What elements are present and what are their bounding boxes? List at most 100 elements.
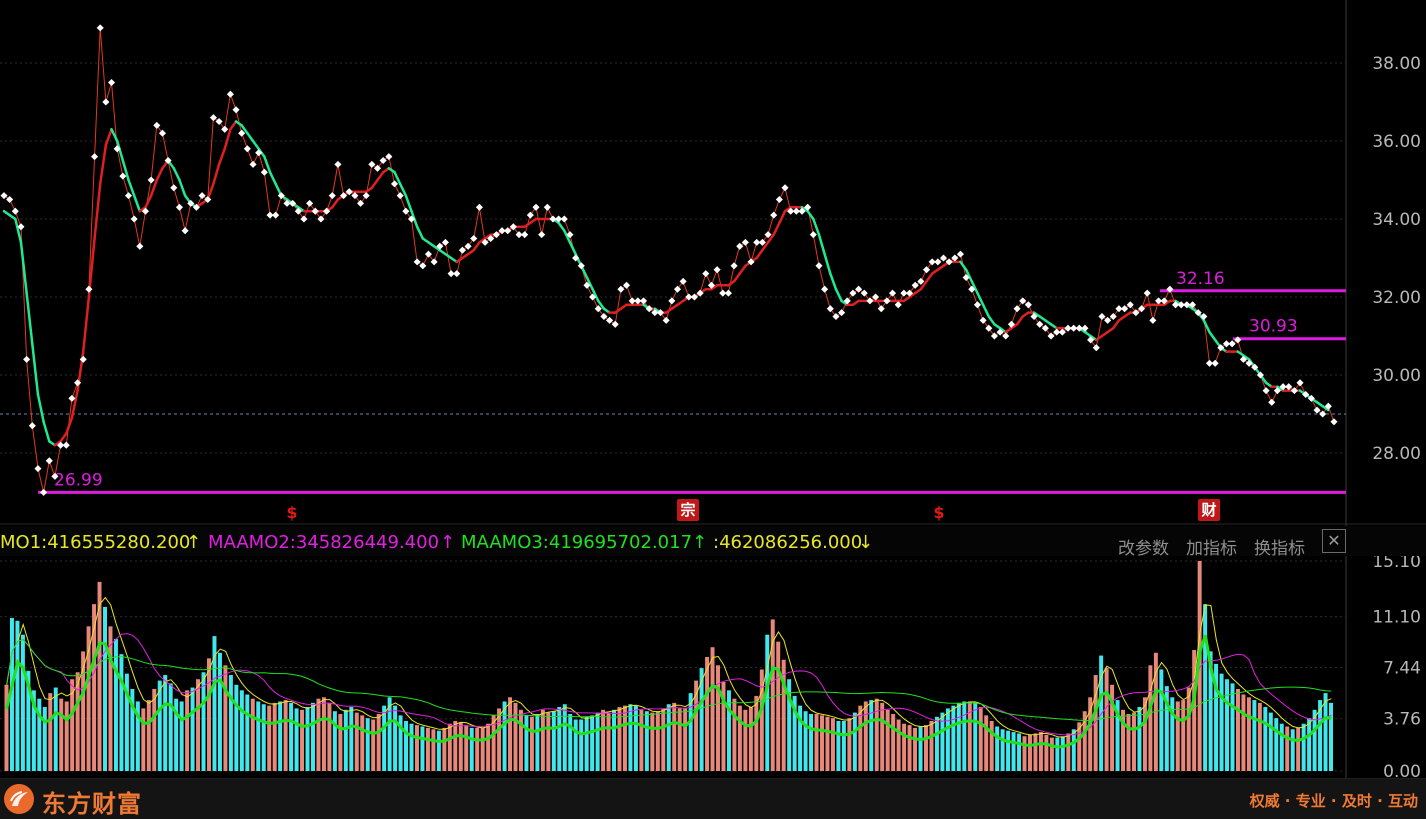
volume-bar (913, 727, 918, 771)
price-tick-label: 36.00 (1372, 132, 1421, 152)
event-marker-zong[interactable]: 宗 (677, 499, 699, 521)
volume-bar (529, 716, 534, 771)
price-point (623, 281, 631, 289)
ma-segment (229, 120, 238, 131)
volume-bar (1257, 702, 1262, 771)
volume-bar (1033, 733, 1038, 771)
price-point (1024, 301, 1032, 309)
volume-bar (995, 726, 1000, 771)
ma-segment (172, 167, 181, 182)
volume-bar (1131, 712, 1136, 771)
price-point (6, 195, 14, 204)
volume-bar (37, 698, 42, 771)
volume-bar (595, 712, 600, 771)
volume-bar (962, 701, 967, 771)
volume-bar (217, 652, 222, 771)
volume-bar (1049, 737, 1054, 771)
close-icon[interactable]: ✕ (1322, 529, 1346, 553)
volume-bar (1186, 687, 1191, 771)
volume-bar (907, 725, 912, 771)
volume-bar (814, 713, 819, 771)
volume-bar (934, 716, 939, 771)
volume-bar (1203, 604, 1208, 771)
volume-bar (710, 647, 715, 771)
ma-segment (376, 170, 385, 182)
volume-bar (20, 634, 25, 771)
price-point (232, 106, 240, 114)
volume-bar (1017, 733, 1022, 771)
event-marker-s[interactable]: $ (285, 503, 299, 523)
ma-segment (987, 315, 996, 326)
volume-bar (1235, 688, 1240, 771)
volume-bar (590, 715, 595, 771)
price-point (379, 156, 387, 165)
price-point (736, 242, 744, 250)
volume-bar (327, 702, 332, 771)
price-point (1290, 387, 1298, 395)
ma-segment (772, 221, 781, 236)
price-point (985, 324, 993, 332)
volume-bar (924, 725, 928, 771)
price-point (702, 270, 710, 278)
volume-bar (540, 709, 545, 771)
switch-indicator-button[interactable]: 换指标 (1254, 534, 1305, 559)
ma-segment (31, 342, 40, 396)
volume-bar (612, 709, 617, 771)
event-marker-s[interactable]: $ (932, 503, 946, 523)
price-point (770, 211, 778, 219)
price-point (1319, 410, 1327, 418)
volume-bar (343, 709, 348, 771)
price-point (1019, 297, 1027, 305)
price-point (1047, 332, 1055, 340)
volume-bar (551, 711, 556, 771)
add-indicator-button[interactable]: 加指标 (1186, 534, 1237, 559)
volume-panel: 15.1011.107.443.760.00 (0, 552, 1421, 782)
price-tick-label: 30.00 (1372, 366, 1421, 386)
price-point (402, 207, 410, 215)
ma-segment (738, 264, 747, 275)
volume-bar (546, 712, 551, 771)
volume-bar (1252, 700, 1257, 771)
volume-bar (579, 719, 584, 771)
volume-bar (973, 702, 978, 771)
price-point (102, 98, 110, 106)
price-point (526, 211, 534, 219)
volume-bar (261, 704, 266, 771)
price-point (424, 250, 433, 258)
price-point (170, 184, 178, 192)
price-point (849, 289, 857, 297)
eastmoney-logo-icon (4, 784, 34, 814)
volume-bar (59, 698, 64, 771)
ma-segment (415, 225, 425, 240)
price-point (617, 285, 625, 293)
price-point (62, 441, 70, 449)
change-params-button[interactable]: 改参数 (1118, 534, 1169, 559)
price-point (85, 285, 93, 293)
ma-segment (1015, 315, 1024, 326)
price-point (775, 195, 783, 204)
event-marker-cai[interactable]: 财 (1198, 499, 1220, 521)
volume-bar (409, 723, 414, 771)
volume-bar (1038, 732, 1043, 771)
price-point (1262, 387, 1270, 395)
volume-bar (447, 723, 452, 771)
price-point (107, 78, 116, 87)
volume-bar (852, 712, 857, 771)
volume-bar (945, 708, 950, 771)
price-point (175, 203, 183, 211)
level-label: 26.99 (54, 470, 103, 490)
volume-bar (283, 700, 288, 771)
volume-bar (584, 716, 589, 771)
price-point (357, 199, 365, 207)
price-point (724, 289, 732, 297)
price-point (730, 262, 738, 270)
volume-bar (989, 720, 994, 771)
price-point (306, 199, 314, 207)
price-point (390, 180, 399, 188)
price-point (453, 270, 461, 278)
ma-segment (25, 291, 34, 346)
volume-bar (141, 708, 146, 771)
ma-segment (557, 221, 566, 232)
volume-bar (1000, 729, 1005, 771)
price-point (1330, 418, 1338, 426)
